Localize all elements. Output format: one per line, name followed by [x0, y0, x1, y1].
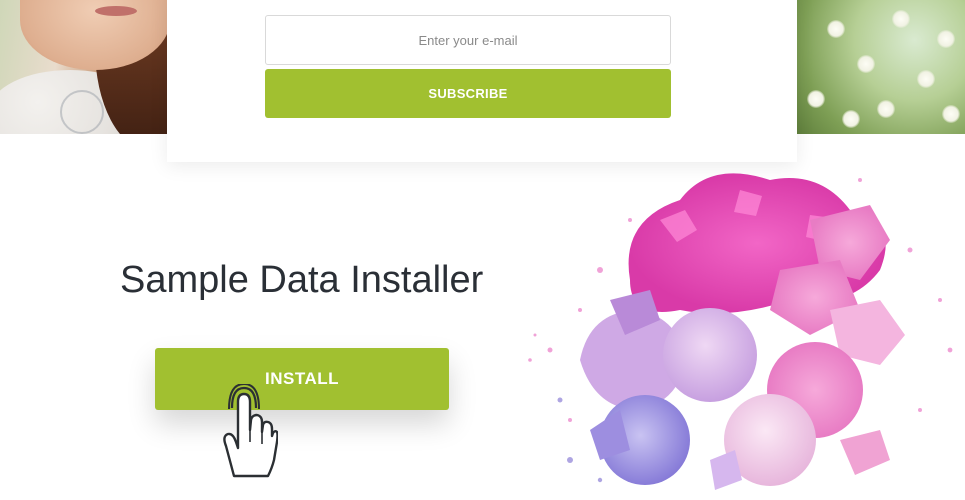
email-input[interactable] — [265, 15, 671, 65]
hero-blossom-image — [797, 0, 965, 134]
hero-woman-image — [0, 0, 168, 134]
hand-pointer-icon — [223, 384, 278, 478]
page-title: Sample Data Installer — [120, 259, 484, 301]
install-button[interactable]: INSTALL — [155, 348, 449, 410]
subscribe-button[interactable]: SUBSCRIBE — [265, 69, 671, 118]
makeup-powder-illustration — [528, 173, 953, 490]
